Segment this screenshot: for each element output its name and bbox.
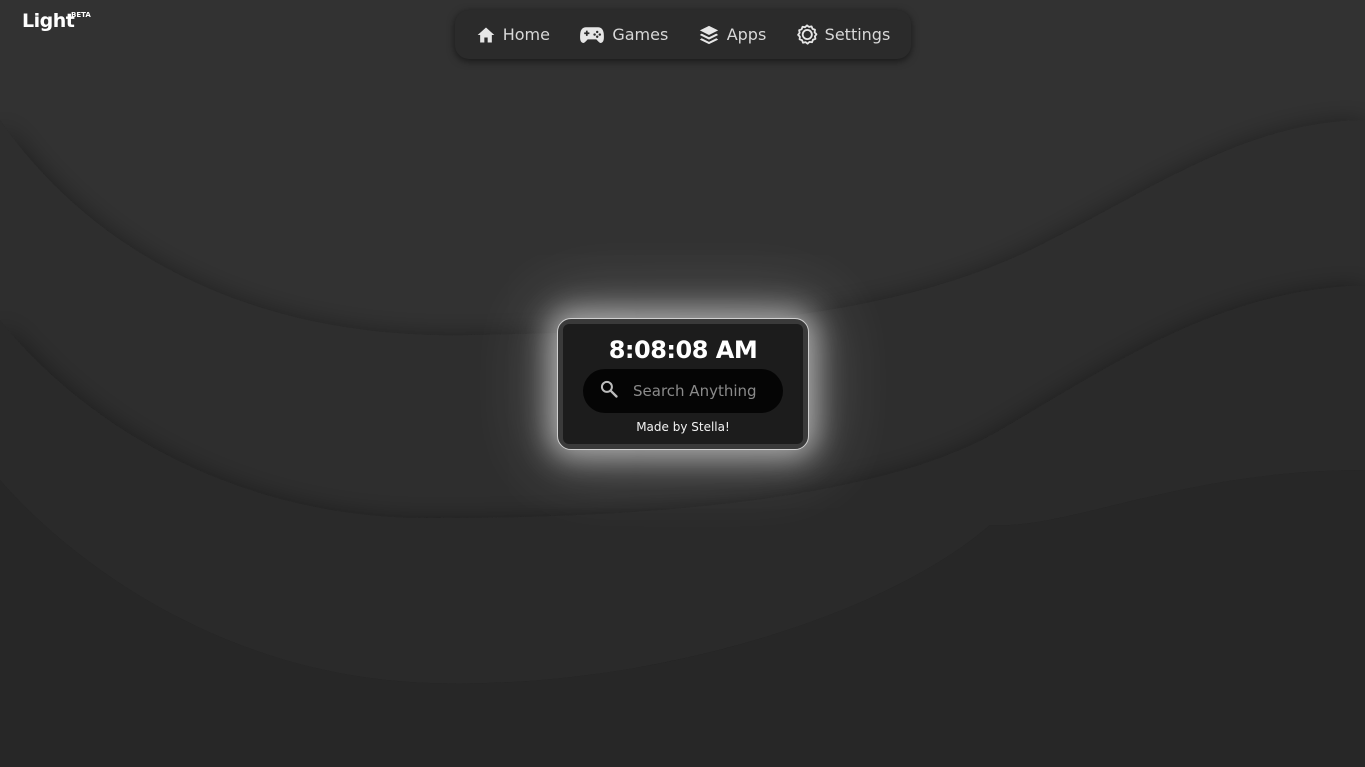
nav-label-home: Home xyxy=(502,25,550,44)
nav-item-home[interactable]: Home xyxy=(470,19,556,51)
gear-icon xyxy=(796,23,818,46)
nav-item-apps[interactable]: Apps xyxy=(692,18,773,52)
home-icon xyxy=(476,25,496,45)
top-navbar: Home Games Apps Settings xyxy=(455,10,911,59)
nav-label-settings: Settings xyxy=(824,25,891,44)
clock-time: 8:08:08 AM xyxy=(608,336,758,364)
nav-label-apps: Apps xyxy=(726,25,767,44)
nav-item-games[interactable]: Games xyxy=(573,19,674,51)
nav-label-games: Games xyxy=(612,25,669,44)
brand-name: Light xyxy=(22,10,75,32)
search-bar[interactable] xyxy=(583,369,783,413)
nav-item-settings[interactable]: Settings xyxy=(790,18,897,52)
clock-search-card: 8:08:08 AM Made by Stella! xyxy=(563,324,803,444)
brand-logo[interactable]: Light BETA xyxy=(22,10,91,32)
page: Light BETA Home Games Apps Settings 8:08… xyxy=(0,0,1365,767)
credit-text: Made by Stella! xyxy=(636,420,730,434)
gamepad-icon xyxy=(579,25,605,45)
search-icon xyxy=(599,379,619,403)
layers-icon xyxy=(698,24,720,46)
beta-badge: BETA xyxy=(71,11,91,19)
search-input[interactable] xyxy=(633,382,773,400)
